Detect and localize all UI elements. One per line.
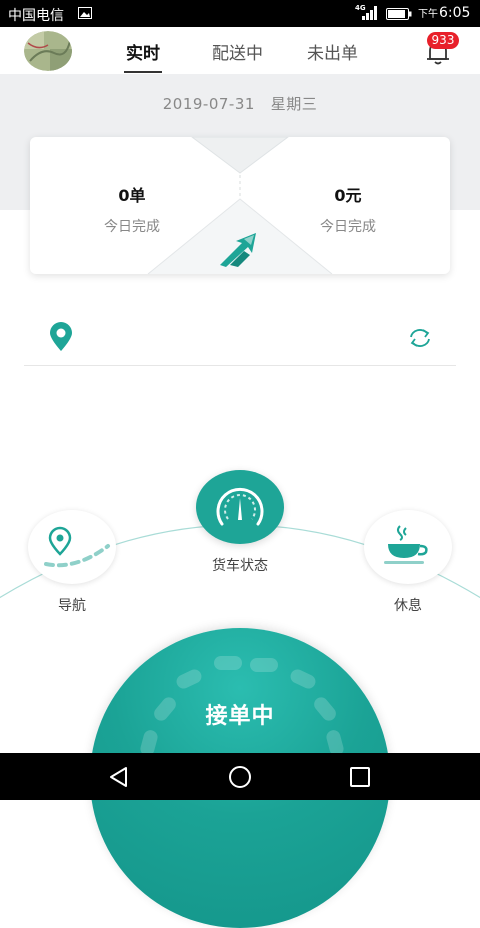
truck-status-label: 货车状态 <box>212 558 268 574</box>
navigation-route-icon <box>44 526 110 568</box>
daily-stats-card: 0单 今日完成 0元 今日完成 <box>30 137 450 274</box>
coffee-cup-icon <box>384 525 428 564</box>
income-completed-label: 今日完成 <box>320 219 376 235</box>
date-text: 2019-07-31 <box>162 95 255 113</box>
clock-time: 6:05 <box>439 5 471 21</box>
recent-apps-icon[interactable] <box>349 766 371 788</box>
header: 实时 配送中 未出单 933 <box>0 27 480 75</box>
active-tab-indicator <box>124 71 162 73</box>
gauge-icon <box>216 487 264 526</box>
gallery-icon <box>78 7 92 19</box>
refresh-icon[interactable] <box>406 326 434 350</box>
logo-icon <box>220 233 256 267</box>
weekday-text: 星期三 <box>270 95 318 113</box>
home-icon[interactable] <box>228 765 252 789</box>
orders-completed-value: 0单 <box>118 186 146 205</box>
orders-completed-label: 今日完成 <box>104 219 160 235</box>
tab-realtime[interactable]: 实时 <box>126 39 160 64</box>
battery-icon <box>386 8 412 20</box>
clock-period: 下午 <box>418 9 438 20</box>
back-icon[interactable] <box>108 766 130 788</box>
rest-label: 休息 <box>394 598 422 614</box>
clock: 下午6:05 <box>418 5 470 21</box>
income-completed-value: 0元 <box>334 186 362 205</box>
signal-icon <box>362 6 377 20</box>
tab-delivering[interactable]: 配送中 <box>212 39 263 64</box>
tab-not-dispatched[interactable]: 未出单 <box>307 39 358 64</box>
location-pin-icon <box>50 322 72 351</box>
carrier-name: 中国电信 <box>8 8 64 24</box>
navigate-label: 导航 <box>58 598 86 614</box>
notification-badge: 933 <box>427 32 459 49</box>
divider <box>24 365 456 366</box>
avatar[interactable] <box>24 31 72 71</box>
accepting-orders-label: 接单中 <box>205 704 275 729</box>
date-line: 2019-07-31 星期三 <box>0 93 480 114</box>
